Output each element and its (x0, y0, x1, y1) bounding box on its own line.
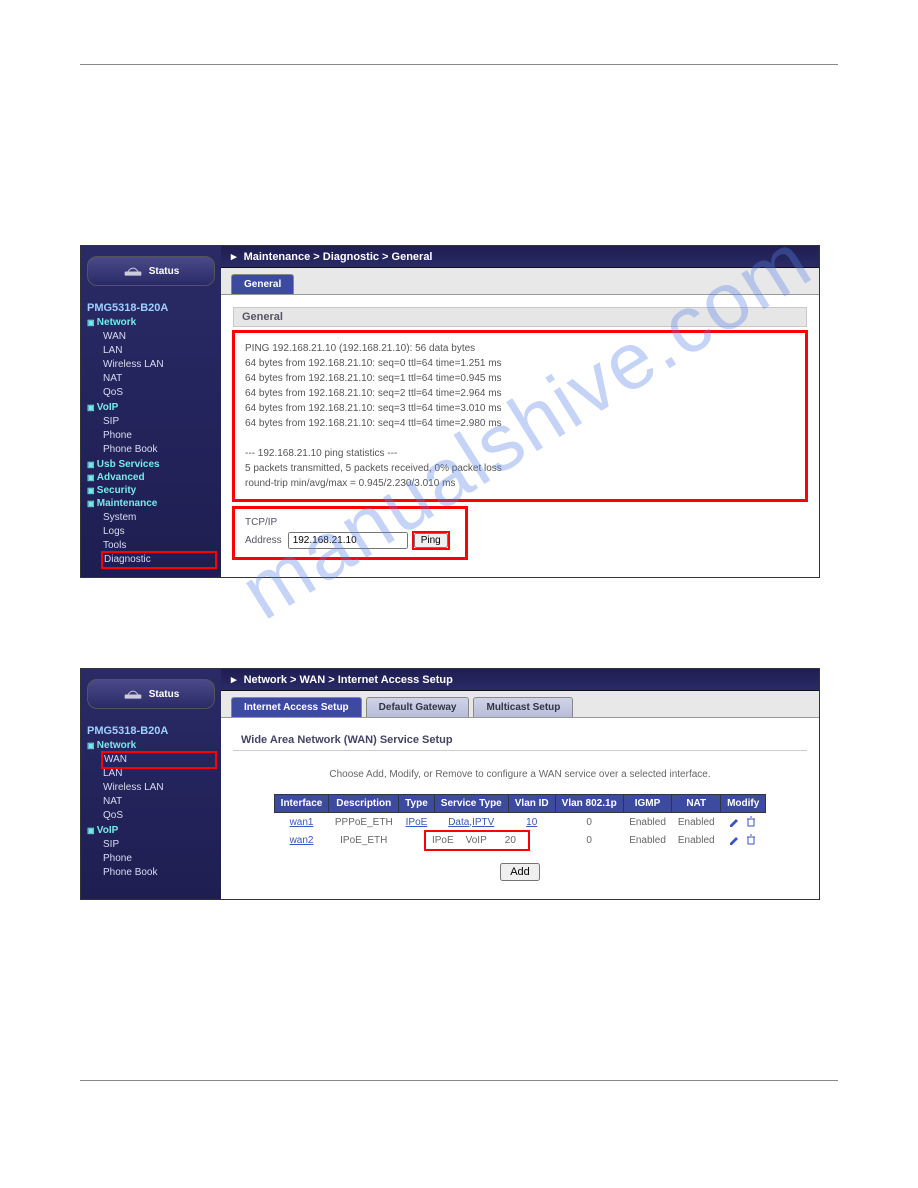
main-panel-2: ▸ Network > WAN > Internet Access Setup … (221, 669, 819, 899)
cell-type[interactable]: IPoE (399, 813, 435, 832)
cell-service-type[interactable]: Data,IPTV (434, 813, 508, 832)
sidebar-item-nat-2[interactable]: NAT (103, 795, 215, 809)
sidebar-group-network-2[interactable]: Network (87, 740, 215, 751)
sidebar-item-wan-2[interactable]: WAN (103, 753, 215, 767)
sidebar-item-diagnostic[interactable]: Diagnostic (103, 553, 215, 567)
sidebar-item-phone-book-2[interactable]: Phone Book (103, 866, 215, 880)
sidebar-item-qos-2[interactable]: QoS (103, 809, 215, 823)
sidebar-item-sip[interactable]: SIP (103, 415, 215, 429)
status-label: Status (149, 689, 180, 700)
th-vlan-id: Vlan ID (508, 795, 555, 813)
edit-icon[interactable] (729, 816, 741, 828)
th-interface: Interface (274, 795, 329, 813)
address-label: Address (245, 535, 282, 546)
sidebar-item-wireless-lan[interactable]: Wireless LAN (103, 358, 215, 372)
status-button-2[interactable]: Status (87, 679, 215, 709)
cell-interface[interactable]: wan1 (274, 813, 329, 832)
sidebar: Status PMG5318-B20A Network WAN LAN Wire… (81, 246, 221, 577)
cell-service-type[interactable]: VoIP (460, 832, 493, 849)
cell-vlan-8021p: 0 (555, 813, 623, 832)
main-panel: ▸ Maintenance > Diagnostic > General Gen… (221, 246, 819, 577)
cell-description: IPoE_ETH (329, 831, 399, 849)
tab-bar-2: Internet Access Setup Default Gateway Mu… (221, 691, 819, 718)
cell-vlan-8021p: 0 (555, 831, 623, 849)
breadcrumb-arrow-icon: ▸ (231, 674, 237, 686)
router-icon (123, 264, 143, 278)
th-igmp: IGMP (623, 795, 672, 813)
th-modify: Modify (721, 795, 766, 813)
sidebar-item-qos[interactable]: QoS (103, 386, 215, 400)
ping-button[interactable]: Ping (414, 533, 448, 548)
sidebar-item-sip-2[interactable]: SIP (103, 838, 215, 852)
breadcrumb-arrow-icon: ▸ (231, 251, 237, 263)
tab-multicast-setup[interactable]: Multicast Setup (473, 697, 573, 717)
sidebar-group-voip-2[interactable]: VoIP (87, 825, 215, 836)
sidebar-2: Status PMG5318-B20A Network WAN LAN Wire… (81, 669, 221, 899)
breadcrumb-2: ▸ Network > WAN > Internet Access Setup (221, 669, 819, 691)
sidebar-group-voip[interactable]: VoIP (87, 402, 215, 413)
edit-icon[interactable] (729, 834, 741, 846)
sidebar-item-system[interactable]: System (103, 511, 215, 525)
table-row: wan2 IPoE_ETH IPoEVoIP20 0 Enabled Enabl… (274, 831, 766, 849)
router-icon (123, 687, 143, 701)
status-label: Status (149, 266, 180, 277)
device-model: PMG5318-B20A (87, 302, 215, 314)
cell-vlan-id[interactable]: 10 (508, 813, 555, 832)
th-vlan-8021p: Vlan 802.1p (555, 795, 623, 813)
wan-panel-title: Wide Area Network (WAN) Service Setup (233, 730, 807, 751)
breadcrumb: ▸ Maintenance > Diagnostic > General (221, 246, 819, 268)
sidebar-item-phone-2[interactable]: Phone (103, 852, 215, 866)
wan-window: Status PMG5318-B20A Network WAN LAN Wire… (80, 668, 820, 900)
add-button[interactable]: Add (500, 863, 540, 881)
sidebar-item-nat[interactable]: NAT (103, 372, 215, 386)
cell-igmp: Enabled (623, 813, 672, 832)
sidebar-group-maintenance[interactable]: Maintenance (87, 498, 215, 509)
device-model-2: PMG5318-B20A (87, 725, 215, 737)
th-type: Type (399, 795, 435, 813)
cell-description: PPPoE_ETH (329, 813, 399, 832)
wan-table: Interface Description Type Service Type … (274, 794, 767, 849)
cell-nat: Enabled (672, 813, 721, 832)
th-description: Description (329, 795, 399, 813)
sidebar-item-lan[interactable]: LAN (103, 344, 215, 358)
sidebar-item-logs[interactable]: Logs (103, 525, 215, 539)
status-button[interactable]: Status (87, 256, 215, 286)
tab-internet-access-setup[interactable]: Internet Access Setup (231, 697, 362, 717)
sidebar-group-usb[interactable]: Usb Services (87, 459, 215, 470)
address-input[interactable] (288, 532, 408, 549)
cell-igmp: Enabled (623, 831, 672, 849)
sidebar-group-security[interactable]: Security (87, 485, 215, 496)
th-nat: NAT (672, 795, 721, 813)
tcpip-box: TCP/IP Address Ping (235, 509, 465, 557)
sidebar-item-wan[interactable]: WAN (103, 330, 215, 344)
delete-icon[interactable] (745, 834, 757, 846)
table-row: wan1 PPPoE_ETH IPoE Data,IPTV 10 0 Enabl… (274, 813, 766, 832)
cell-type[interactable]: IPoE (426, 832, 460, 849)
tab-default-gateway[interactable]: Default Gateway (366, 697, 470, 717)
sidebar-item-tools[interactable]: Tools (103, 539, 215, 553)
cell-vlan-id[interactable]: 20 (493, 832, 528, 849)
sidebar-item-phone-book[interactable]: Phone Book (103, 443, 215, 457)
sidebar-group-advanced[interactable]: Advanced (87, 472, 215, 483)
breadcrumb-text-2: Network > WAN > Internet Access Setup (244, 674, 453, 686)
sidebar-item-wireless-lan-2[interactable]: Wireless LAN (103, 781, 215, 795)
sidebar-item-phone[interactable]: Phone (103, 429, 215, 443)
tab-general[interactable]: General (231, 274, 294, 294)
tab-bar: General (221, 268, 819, 295)
tcpip-label: TCP/IP (245, 517, 455, 528)
panel-title: General (233, 307, 807, 327)
wan-desc: Choose Add, Modify, or Remove to configu… (233, 769, 807, 780)
sidebar-group-network[interactable]: Network (87, 317, 215, 328)
diagnostic-window: Status PMG5318-B20A Network WAN LAN Wire… (80, 245, 820, 578)
breadcrumb-text: Maintenance > Diagnostic > General (244, 251, 433, 263)
th-service-type: Service Type (434, 795, 508, 813)
cell-nat: Enabled (672, 831, 721, 849)
sidebar-item-lan-2[interactable]: LAN (103, 767, 215, 781)
ping-output: PING 192.168.21.10 (192.168.21.10): 56 d… (235, 333, 805, 499)
delete-icon[interactable] (745, 816, 757, 828)
cell-interface[interactable]: wan2 (274, 831, 329, 849)
